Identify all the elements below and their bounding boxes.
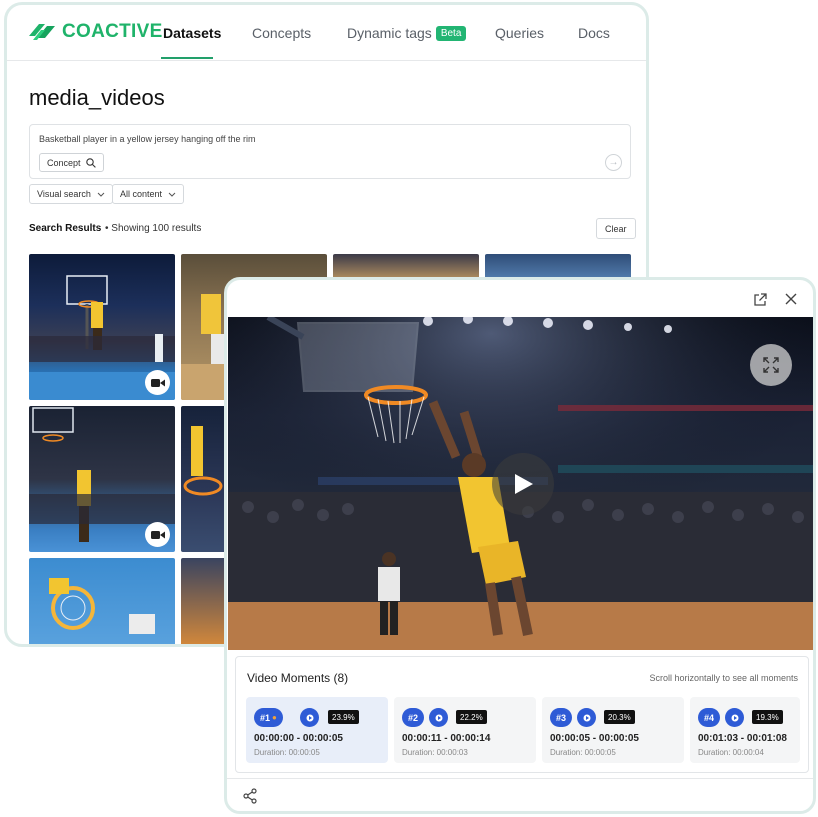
visual-search-label: Visual search	[37, 189, 91, 199]
search-box[interactable]: Basketball player in a yellow jersey han…	[29, 124, 631, 179]
brand-name: COACTIVE	[62, 21, 163, 42]
beta-badge: Beta	[435, 26, 467, 41]
moment-card[interactable]: #3 20.3% 00:00:05 - 00:00:05 Duration: 0…	[542, 697, 684, 763]
moment-range: 00:00:00 - 00:00:05	[254, 733, 343, 744]
moment-play-button[interactable]	[577, 708, 596, 727]
nav-queries[interactable]: Queries	[495, 25, 544, 41]
moment-score: 23.9%	[328, 710, 359, 724]
moment-rank-badge: #4	[698, 708, 721, 727]
basketball-icon: ●	[272, 713, 277, 722]
moment-play-button[interactable]	[300, 708, 319, 727]
chevron-down-icon	[168, 192, 176, 197]
video-preview-modal: Video Moments (8) Scroll horizontally to…	[224, 277, 816, 814]
play-icon	[731, 714, 738, 721]
moment-card[interactable]: #1 ● 23.9% 00:00:00 - 00:00:05 Duration: …	[246, 697, 388, 763]
modal-toolbar	[227, 280, 813, 317]
moment-play-button[interactable]	[429, 708, 448, 727]
top-nav: COACTIVE Datasets Concepts Dynamic tags B…	[7, 5, 646, 61]
play-button[interactable]	[492, 453, 554, 515]
clear-button[interactable]: Clear	[596, 218, 636, 239]
video-moments-panel: Video Moments (8) Scroll horizontally to…	[235, 656, 809, 773]
moment-score: 20.3%	[604, 710, 635, 724]
nav-dynamic-tags-label: Dynamic tags	[347, 25, 432, 41]
moment-rank: #3	[556, 712, 567, 723]
result-thumbnail[interactable]	[29, 406, 175, 552]
moment-duration: Duration: 00:00:03	[402, 748, 468, 757]
video-player[interactable]	[228, 317, 813, 650]
moments-hint: Scroll horizontally to see all moments	[649, 673, 798, 683]
video-badge	[145, 522, 170, 547]
search-icon	[85, 157, 96, 168]
play-icon	[306, 714, 313, 721]
moments-title: Video Moments (8)	[247, 671, 349, 685]
moment-rank: #1	[260, 712, 271, 723]
active-tab-indicator	[161, 57, 213, 59]
chevron-down-icon	[97, 192, 105, 197]
result-thumbnail[interactable]	[29, 558, 175, 644]
concept-mode-button[interactable]: Concept	[39, 153, 104, 172]
content-filter-label: All content	[120, 189, 163, 199]
close-icon[interactable]	[783, 291, 799, 307]
moment-score: 19.3%	[752, 710, 783, 724]
moment-range: 00:01:03 - 00:01:08	[698, 733, 787, 744]
submit-search-button[interactable]: →	[605, 154, 622, 171]
search-input[interactable]: Basketball player in a yellow jersey han…	[39, 134, 255, 144]
share-icon[interactable]	[242, 788, 258, 804]
moment-range: 00:00:11 - 00:00:14	[402, 733, 491, 744]
video-badge	[145, 370, 170, 395]
results-count-text: Showing 100 results	[111, 223, 202, 234]
moment-rank-badge: #1 ●	[254, 708, 283, 727]
moment-duration: Duration: 00:00:05	[550, 748, 616, 757]
moment-score: 22.2%	[456, 710, 487, 724]
video-camera-icon	[150, 378, 165, 387]
external-link-icon[interactable]	[752, 292, 768, 308]
moment-rank: #4	[704, 712, 715, 723]
moment-card[interactable]: #4 19.3% 00:01:03 - 00:01:08 Duration: 0…	[690, 697, 800, 763]
play-icon	[515, 474, 533, 494]
fullscreen-button[interactable]	[750, 344, 792, 386]
thumbnail-scene	[49, 578, 155, 634]
nav-datasets[interactable]: Datasets	[163, 25, 221, 41]
content-filter-dropdown[interactable]: All content	[112, 184, 185, 204]
modal-footer	[227, 778, 813, 811]
arrow-right-icon: →	[608, 157, 619, 168]
play-icon	[435, 714, 442, 721]
result-thumbnail[interactable]	[29, 254, 175, 400]
nav-concepts[interactable]: Concepts	[252, 25, 311, 41]
moment-rank-badge: #3	[550, 708, 573, 727]
logo[interactable]: COACTIVE	[29, 21, 163, 43]
page-title: media_videos	[29, 85, 165, 110]
nav-dynamic-tags[interactable]: Dynamic tags Beta	[347, 25, 467, 41]
results-label: Search Results	[29, 223, 102, 234]
moment-range: 00:00:05 - 00:00:05	[550, 733, 639, 744]
moment-rank: #2	[408, 712, 419, 723]
nav-docs[interactable]: Docs	[578, 25, 610, 41]
moment-rank-badge: #2	[402, 708, 425, 727]
visual-search-dropdown[interactable]: Visual search	[29, 184, 113, 204]
concept-mode-label: Concept	[47, 157, 81, 168]
stage: COACTIVE Datasets Concepts Dynamic tags B…	[0, 0, 818, 817]
moment-card[interactable]: #2 22.2% 00:00:11 - 00:00:14 Duration: 0…	[394, 697, 536, 763]
play-icon	[583, 714, 590, 721]
expand-icon	[763, 357, 779, 373]
moment-duration: Duration: 00:00:04	[698, 748, 764, 757]
moment-duration: Duration: 00:00:05	[254, 748, 320, 757]
results-count: • Showing 100 results	[105, 223, 202, 234]
video-camera-icon	[150, 530, 165, 539]
logo-mark-icon	[29, 24, 55, 40]
moment-play-button[interactable]	[725, 708, 744, 727]
